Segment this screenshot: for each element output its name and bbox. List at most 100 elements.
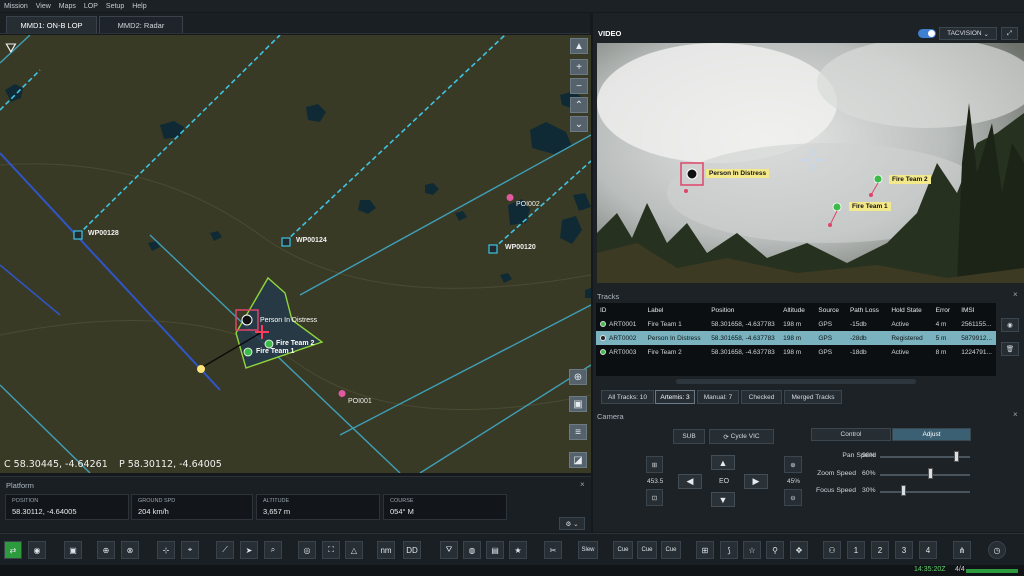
layers-icon[interactable]: ▣ — [569, 396, 587, 412]
frame-icon[interactable]: ⛶ — [322, 541, 340, 559]
mode-adjust[interactable]: Adjust — [892, 428, 971, 441]
col-header[interactable]: Altitude — [779, 303, 814, 317]
filter-merged[interactable]: Merged Tracks — [784, 390, 842, 404]
units-dd-button[interactable]: DD — [403, 541, 421, 559]
cue-button-2[interactable]: Cue — [637, 541, 657, 559]
col-header[interactable]: Hold State — [887, 303, 931, 317]
network-icon[interactable]: ⋔ — [953, 541, 971, 559]
pan-right-button[interactable]: ▶ — [744, 474, 768, 489]
menu-lop[interactable]: LOP — [84, 3, 98, 10]
tab-mmd2[interactable]: MMD2: Radar — [99, 16, 183, 33]
move-icon[interactable]: ✥ — [790, 541, 808, 559]
target-remove-icon[interactable]: ⊗ — [121, 541, 139, 559]
focus-speed-slider[interactable] — [880, 491, 970, 493]
zoom-speed-knob[interactable] — [928, 468, 933, 479]
units-nm-button[interactable]: nm — [377, 541, 395, 559]
ruler-icon[interactable]: ≡ — [569, 424, 587, 440]
north-up-icon[interactable]: △ — [345, 541, 363, 559]
team-3-button[interactable]: 3 — [895, 541, 913, 559]
settings-button[interactable]: ⚙ ⌄ — [559, 517, 585, 530]
table-row[interactable]: ART0003 Fire Team 2 58.301658, -4.637783 19… — [596, 345, 996, 359]
pin-icon[interactable]: ⚲ — [766, 541, 784, 559]
star-icon[interactable]: ★ — [509, 541, 527, 559]
route-icon[interactable]: ⟋ — [216, 541, 234, 559]
menu-setup[interactable]: Setup — [106, 3, 124, 10]
video-toggle[interactable] — [918, 29, 936, 38]
fov-wide-icon[interactable]: ⊞ — [646, 456, 663, 473]
navigate-icon[interactable]: ➤ — [240, 541, 258, 559]
cursor-track-icon[interactable]: ⊹ — [157, 541, 175, 559]
team-4-button[interactable]: 4 — [919, 541, 937, 559]
tilt-down-button[interactable]: ▼ — [711, 492, 735, 507]
filter-checked[interactable]: Checked — [741, 390, 782, 404]
fov-narrow-icon[interactable]: ⊡ — [646, 489, 663, 506]
col-header[interactable]: Position — [707, 303, 779, 317]
north-icon[interactable]: ▲ — [570, 38, 588, 54]
filter-icon[interactable]: ⛛ — [5, 40, 17, 57]
expand-icon[interactable]: ⤢ — [1001, 27, 1018, 40]
bookmark-star-icon[interactable]: ☆ — [743, 541, 761, 559]
record-icon[interactable]: ◉ — [28, 541, 46, 559]
menu-view[interactable]: View — [36, 3, 51, 10]
filter-artemis[interactable]: Artemis: 3 — [655, 390, 695, 404]
focus-speed-knob[interactable] — [901, 485, 906, 496]
magnify-icon[interactable]: ⌕ — [264, 541, 282, 559]
tools-icon[interactable]: ✂ — [544, 541, 562, 559]
trash-icon[interactable]: 🗑 — [1001, 342, 1019, 356]
map-view[interactable]: ⛛ WP00128 WP00124 WP00120 POI002 POI001 … — [0, 35, 591, 473]
table-row[interactable]: ART0001 Fire Team 1 58.301658, -4.637783 19… — [596, 317, 996, 331]
sub-button[interactable]: SUB — [673, 429, 705, 444]
col-header[interactable]: Source — [814, 303, 846, 317]
table-row[interactable]: ART0002 Person In Distress 58.301658, -4.6… — [596, 331, 996, 345]
funnel-icon[interactable]: ⛛ — [440, 541, 458, 559]
close-icon[interactable]: × — [1013, 290, 1018, 299]
pan-down-button[interactable]: ⌄ — [570, 116, 588, 132]
poi-label: POI001 — [348, 398, 372, 405]
cue-button-1[interactable]: Cue — [613, 541, 633, 559]
tab-mmd1[interactable]: MMD1: ON-B LOP — [6, 16, 97, 33]
menu-mission[interactable]: Mission — [4, 3, 28, 10]
focus-target-icon[interactable]: ◎ — [298, 541, 316, 559]
filter-all-tracks[interactable]: All Tracks: 10 — [601, 390, 654, 404]
pan-left-button[interactable]: ◀ — [678, 474, 702, 489]
sync-icon[interactable]: ⇄ — [4, 541, 22, 559]
video-feed[interactable]: Person In Distress Fire Team 2 Fire Team… — [597, 43, 1024, 283]
col-header[interactable]: Path Loss — [846, 303, 887, 317]
slew-button[interactable]: Slew — [578, 541, 598, 559]
zoom-speed-slider[interactable] — [880, 474, 970, 476]
zoom-out-button[interactable]: − — [570, 78, 588, 94]
pan-up-button[interactable]: ⌃ — [570, 97, 588, 113]
menu-help[interactable]: Help — [132, 3, 146, 10]
close-icon[interactable]: × — [1013, 410, 1018, 419]
clock-icon[interactable]: ◷ — [988, 541, 1006, 559]
cycle-vic-button[interactable]: ⟳ Cycle VIC — [709, 429, 774, 444]
cue-button-3[interactable]: Cue — [661, 541, 681, 559]
col-header[interactable]: ID — [596, 303, 644, 317]
locate-icon[interactable]: ⌖ — [181, 541, 199, 559]
eye-icon[interactable]: ◉ — [1001, 318, 1019, 332]
team-2-button[interactable]: 2 — [871, 541, 889, 559]
filter-manual[interactable]: Manual: 7 — [697, 390, 739, 404]
mode-control[interactable]: Control — [811, 428, 891, 441]
pan-speed-knob[interactable] — [954, 451, 959, 462]
zoom-in-button[interactable]: + — [570, 59, 588, 75]
col-header[interactable]: IMSI — [957, 303, 996, 317]
crosshair-icon[interactable]: ⊕ — [569, 369, 587, 385]
close-icon[interactable]: × — [580, 480, 585, 489]
col-header[interactable]: Label — [644, 303, 708, 317]
menu-maps[interactable]: Maps — [59, 3, 76, 10]
group-icon[interactable]: ⚇ — [823, 541, 841, 559]
multi-target-icon[interactable]: ⊞ — [696, 541, 714, 559]
video-source-select[interactable]: TACVISION ⌄ — [939, 27, 997, 40]
path-icon[interactable]: ⟆ — [720, 541, 738, 559]
target-add-icon[interactable]: ⊕ — [97, 541, 115, 559]
camera-icon[interactable]: ▣ — [64, 541, 82, 559]
horizontal-scrollbar[interactable] — [676, 379, 916, 384]
col-header[interactable]: Error — [932, 303, 958, 317]
tilt-up-button[interactable]: ▲ — [711, 455, 735, 470]
map-style-icon[interactable]: ◪ — [569, 452, 587, 468]
image-icon[interactable]: ▤ — [486, 541, 504, 559]
radar-icon[interactable]: ◍ — [463, 541, 481, 559]
bottom-toolbar: ⇄ ◉ ▣ ⊕ ⊗ ⊹ ⌖ ⟋ ➤ ⌕ ◎ ⛶ △ nm DD ⛛ ◍ ▤ ★ … — [0, 533, 1024, 565]
team-1-button[interactable]: 1 — [847, 541, 865, 559]
